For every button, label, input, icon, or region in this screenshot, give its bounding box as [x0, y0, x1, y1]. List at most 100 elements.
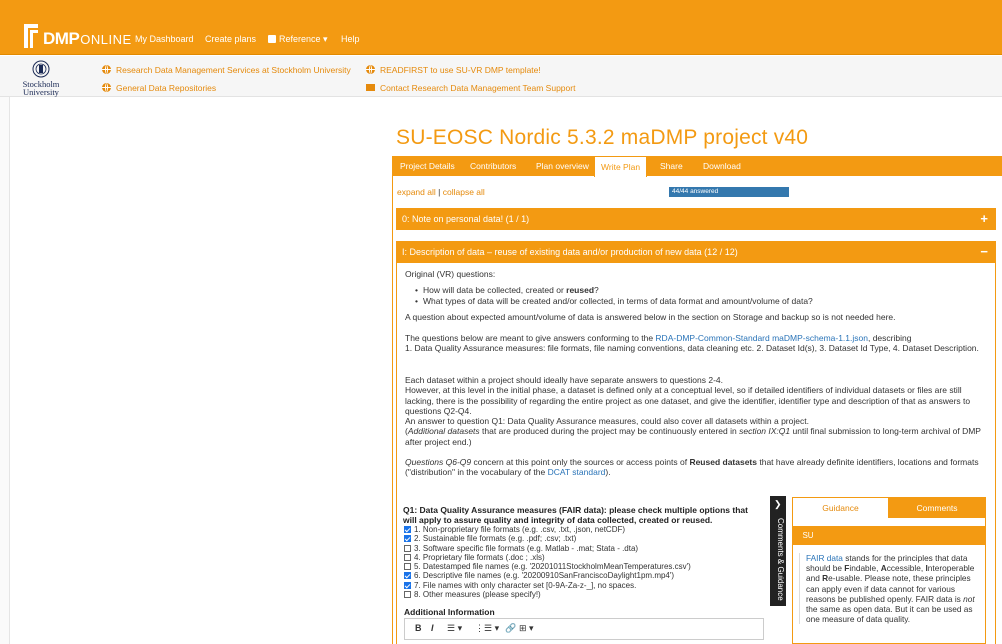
section-header-description-of-data[interactable]: I: Description of data – reuse of existi… — [396, 241, 996, 263]
tab-comments[interactable]: Comments — [889, 498, 985, 518]
option-label: 4. Proprietary file formats (.doc ; .xls… — [414, 552, 545, 562]
numbered-list-button[interactable]: ⋮☰ ▾ — [475, 623, 499, 634]
link-readfirst[interactable]: READFIRST to use SU-VR DMP template! — [366, 65, 541, 75]
paragraph-reused: Questions Q6-Q9 concern at this point on… — [405, 457, 990, 478]
collapse-all-link[interactable]: collapse all — [443, 187, 485, 197]
checkbox[interactable] — [404, 526, 411, 533]
rda-standard-link[interactable]: RDA-DMP-Common-Standard maDMP-schema-1.1… — [655, 333, 868, 343]
option-label: 7. File names with only character set [0… — [414, 580, 637, 590]
plan-title: SU-EOSC Nordic 5.3.2 maDMP project v40 — [396, 126, 809, 149]
chevron-right-icon: ❯ — [774, 499, 782, 509]
checkbox[interactable] — [404, 591, 411, 599]
paragraph-amount: A question about expected amount/volume … — [405, 312, 896, 322]
option-row[interactable]: 5. Datestamped file names (e.g. '2020101… — [404, 562, 774, 571]
bullet-list-button[interactable]: ☰ ▾ — [447, 623, 462, 634]
text: indable, — [849, 563, 881, 574]
checkbox[interactable] — [404, 581, 411, 589]
tab-share[interactable]: Share — [654, 156, 689, 176]
link-rdm-services[interactable]: Research Data Management Services at Sto… — [102, 65, 351, 75]
checkbox[interactable] — [404, 563, 411, 571]
tab-write-plan[interactable]: Write Plan — [594, 156, 648, 177]
minus-icon[interactable]: − — [980, 241, 988, 263]
option-row[interactable]: 8. Other measures (please specify!) — [404, 590, 774, 599]
option-row[interactable]: 6. Descriptive file names (e.g. '2020091… — [404, 571, 774, 580]
tab-contributors[interactable]: Contributors — [464, 156, 522, 176]
option-label: 5. Datestamped file names (e.g. '2020101… — [414, 562, 691, 572]
option-row[interactable]: 7. File names with only character set [0… — [404, 581, 774, 590]
original-questions-heading: Original (VR) questions: — [405, 269, 496, 279]
fair-data-link[interactable]: FAIR data — [806, 553, 843, 563]
text: ). — [605, 467, 611, 478]
section-header-label: 0: Note on personal data! (1 / 1) — [402, 214, 530, 224]
checkbox[interactable] — [404, 553, 411, 561]
text: Each dataset within a project should ide… — [405, 375, 723, 385]
envelope-icon — [366, 84, 375, 91]
checkbox[interactable] — [404, 572, 411, 580]
table-button[interactable]: ⊞ ▾ — [519, 623, 534, 634]
link-readfirst-label: READFIRST to use SU-VR DMP template! — [380, 65, 541, 75]
section-header-label: I: Description of data – reuse of existi… — [402, 247, 738, 257]
left-margin — [0, 97, 10, 644]
expand-all-link[interactable]: expand all — [397, 187, 436, 197]
option-row[interactable]: 3. Software specific file formats (e.g. … — [404, 544, 774, 553]
list-item: What types of data will be created and/o… — [415, 296, 990, 306]
bold-button[interactable]: B — [415, 623, 422, 633]
option-label: 6. Descriptive file names (e.g. '2020091… — [414, 571, 675, 581]
option-row[interactable]: 1. Non-proprietary file formats (e.g. .c… — [404, 525, 774, 534]
nav-reference-label: Reference — [279, 34, 321, 44]
text: concern at this point only the sources o… — [471, 457, 690, 467]
top-navbar: DMP ONLINE My Dashboard Create plans Ref… — [0, 0, 1002, 55]
editor-toolbar: B I ☰ ▾ ⋮☰ ▾ 🔗 ⊞ ▾ — [404, 618, 764, 640]
nav-my-dashboard[interactable]: My Dashboard — [135, 34, 194, 44]
text: The questions below are meant to give an… — [405, 333, 656, 343]
option-label: 2. Sustainable file formats (e.g. .pdf; … — [414, 534, 577, 544]
checkbox[interactable] — [404, 544, 411, 552]
guidance-org-bar: SU — [793, 526, 985, 545]
link-contact-support[interactable]: Contact Research Data Management Team Su… — [366, 83, 575, 93]
text: e-usable. Please note, these principles … — [806, 573, 971, 604]
list-item: How will data be collected, created or r… — [415, 285, 990, 295]
nav-help[interactable]: Help — [341, 34, 360, 44]
dcat-standard-link[interactable]: DCAT standard — [548, 467, 606, 477]
link-button[interactable]: 🔗 — [505, 623, 516, 634]
guidance-tabs: Guidance Comments — [793, 498, 985, 518]
link-contact-support-label: Contact Research Data Management Team Su… — [380, 83, 576, 93]
university-name-line2: University — [23, 87, 59, 97]
text: 1. Data Quality Assurance measures: file… — [405, 343, 979, 354]
globe-icon — [102, 83, 111, 92]
caret-down-icon: ▾ — [323, 34, 328, 44]
italic-button[interactable]: I — [431, 623, 434, 633]
question-title: Q1: Data Quality Assurance measures (FAI… — [403, 505, 748, 525]
option-label: 1. Non-proprietary file formats (e.g. .c… — [414, 525, 626, 534]
text-italic: not — [963, 593, 975, 604]
guidance-panel: Guidance Comments SU FAIR data stands fo… — [792, 497, 986, 644]
option-label: 8. Other measures (please specify!) — [414, 590, 541, 600]
checkbox[interactable] — [404, 535, 411, 543]
text: However, at this level in the initial ph… — [405, 385, 971, 416]
bullet-emphasis: reused — [566, 285, 595, 296]
section-header-personal-data[interactable]: 0: Note on personal data! (1 / 1) + — [396, 208, 996, 230]
link-general-repositories[interactable]: General Data Repositories — [102, 83, 216, 93]
original-questions-list: How will data be collected, created or r… — [405, 285, 990, 306]
tab-guidance[interactable]: Guidance — [793, 498, 889, 518]
option-row[interactable]: 2. Sustainable file formats (e.g. .pdf; … — [404, 534, 774, 543]
tab-su-guidance[interactable]: SU — [797, 526, 819, 545]
tab-download[interactable]: Download — [697, 156, 747, 176]
plan-tabs: Project Details Contributors Plan overvi… — [392, 156, 1002, 177]
paragraph-datasets: Each dataset within a project should ide… — [405, 375, 990, 447]
text-italic: Additional datasets — [407, 426, 480, 437]
nav-reference[interactable]: Reference ▾ — [268, 34, 328, 45]
tab-plan-overview[interactable]: Plan overview — [530, 156, 595, 176]
comments-guidance-toggle[interactable]: ❯ Comments & Guidance — [770, 496, 786, 606]
bullet-text: ? — [594, 285, 599, 296]
option-label: 3. Software specific file formats (e.g. … — [414, 543, 639, 553]
plus-icon[interactable]: + — [980, 208, 988, 230]
option-row[interactable]: 4. Proprietary file formats (.doc ; .xls… — [404, 553, 774, 562]
tab-project-details[interactable]: Project Details — [394, 156, 461, 176]
paragraph-standard: The questions below are meant to give an… — [405, 333, 990, 354]
nav-create-plans[interactable]: Create plans — [205, 34, 256, 44]
dmponline-logo[interactable]: DMP ONLINE — [24, 20, 132, 48]
text: that are produced during the project may… — [479, 426, 740, 437]
additional-information-label: Additional Information — [404, 607, 495, 617]
text: An answer to question Q1: Data Quality A… — [405, 416, 809, 427]
